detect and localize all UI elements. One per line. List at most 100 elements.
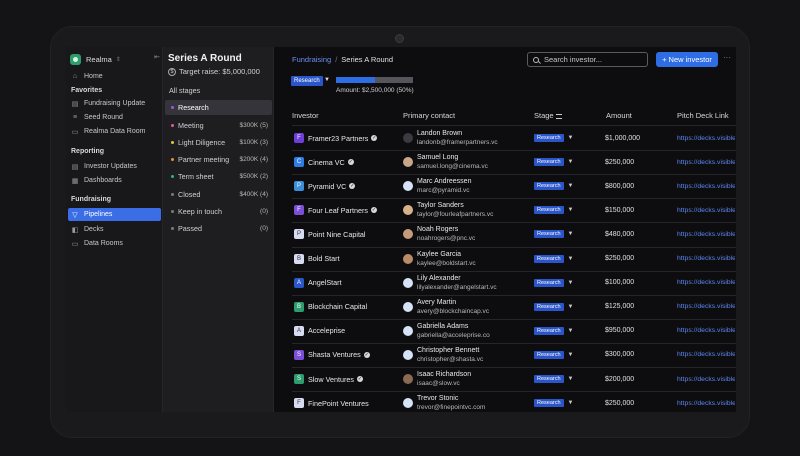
search-box[interactable]: [527, 52, 648, 67]
breadcrumb: Fundraising / Series A Round: [292, 55, 393, 64]
table-row[interactable]: P Point Nine Capital Noah Rogers noahrogers…: [275, 222, 736, 246]
sidebar-item-seed-round[interactable]: ≡ Seed Round: [68, 111, 161, 124]
sidebar-item-data-rooms[interactable]: ▭ Data Rooms: [68, 237, 161, 250]
pitch-deck-link[interactable]: https://decks.visible: [677, 255, 735, 262]
stage-cell[interactable]: Research ▼: [534, 343, 574, 367]
stage-item[interactable]: Research: [165, 100, 272, 115]
column-header-contact[interactable]: Primary contact: [403, 111, 455, 120]
stage-badge: Research: [534, 350, 564, 359]
pitch-deck-link[interactable]: https://decks.visible: [677, 279, 735, 286]
pitch-deck-link[interactable]: https://decks.visible: [677, 183, 735, 190]
pitch-deck-link[interactable]: https://decks.visible: [677, 135, 735, 142]
table-row[interactable]: C Cinema VC ✓ Samuel Long samuel.long@cinema…: [275, 150, 736, 174]
caret-down-icon[interactable]: ▼: [568, 400, 574, 406]
sidebar-item-fundraising-update[interactable]: ▤ Fundraising Update: [68, 97, 161, 110]
table-row[interactable]: B Blockchain Capital Avery Martin avery@blo…: [275, 295, 736, 319]
table-row[interactable]: S Shasta Ventures ✓ Christopher Bennett chri…: [275, 343, 736, 367]
more-options-icon[interactable]: ···: [723, 53, 731, 62]
pitch-deck-link[interactable]: https://decks.visible: [677, 159, 735, 166]
table-row[interactable]: B Bold Start Kaylee Garcia kaylee@boldstart…: [275, 247, 736, 271]
pitch-deck-link[interactable]: https://decks.visible: [677, 376, 735, 383]
pitch-deck-link[interactable]: https://decks.visible: [677, 351, 735, 358]
column-header-investor[interactable]: Investor: [292, 111, 319, 120]
caret-down-icon[interactable]: ▼: [568, 328, 574, 334]
stage-selector[interactable]: Research: [291, 76, 323, 86]
contact-email: trevor@finepointvc.com: [417, 404, 486, 412]
caret-down-icon[interactable]: ▼: [568, 135, 574, 141]
pitch-deck-link[interactable]: https://decks.visible: [677, 207, 735, 214]
caret-down-icon[interactable]: ▼: [568, 159, 574, 165]
stage-cell[interactable]: Research ▼: [534, 247, 574, 271]
column-header-stage[interactable]: Stage: [534, 111, 562, 120]
stage-item[interactable]: Closed $400K (4): [165, 187, 272, 202]
sidebar-item-home[interactable]: ⌂ Home: [68, 70, 161, 83]
contact-cell: Noah Rogers noahrogers@pnc.vc: [403, 222, 475, 246]
caret-down-icon[interactable]: ▼: [568, 183, 574, 189]
new-investor-button[interactable]: + New investor: [656, 52, 718, 67]
stage-item[interactable]: Partner meeting $200K (4): [165, 152, 272, 167]
table-row[interactable]: F Framer23 Partners ✓ Landon Brown landonb@f…: [275, 126, 736, 150]
stage-cell[interactable]: Research ▼: [534, 295, 574, 319]
sidebar-item-dashboards[interactable]: ▦ Dashboards: [68, 174, 161, 187]
avatar: [403, 325, 413, 336]
stage-cell[interactable]: Research ▼: [534, 198, 574, 222]
collapse-sidebar-icon[interactable]: ⇤: [154, 53, 160, 61]
pitch-deck-link[interactable]: https://decks.visible: [677, 303, 735, 310]
breadcrumb-root[interactable]: Fundraising: [292, 55, 331, 64]
filter-icon[interactable]: [555, 113, 562, 119]
investor-name[interactable]: AngelStart: [308, 278, 342, 287]
investor-name[interactable]: Bold Start: [308, 254, 340, 263]
stage-item[interactable]: Keep in touch (0): [165, 204, 272, 219]
table-row[interactable]: P Pyramid VC ✓ Marc Andreessen marc@pyramid.…: [275, 174, 736, 198]
stage-cell[interactable]: Research ▼: [534, 367, 574, 391]
caret-down-icon[interactable]: ▼: [568, 376, 574, 382]
investor-name[interactable]: Slow Ventures: [308, 375, 354, 384]
pitch-deck-link[interactable]: https://decks.visible: [677, 327, 735, 334]
column-header-amount[interactable]: Amount: [606, 111, 632, 120]
table-row[interactable]: A Acceleprise Gabriella Adams gabriella@acc…: [275, 319, 736, 343]
investor-name[interactable]: Four Leaf Partners: [308, 206, 368, 215]
caret-down-icon[interactable]: ▼: [568, 280, 574, 286]
caret-down-icon[interactable]: ▼: [324, 77, 330, 83]
caret-down-icon[interactable]: ▼: [568, 352, 574, 358]
investor-name[interactable]: Cinema VC: [308, 158, 345, 167]
stage-cell[interactable]: Research ▼: [534, 222, 574, 246]
column-header-pitch-deck[interactable]: Pitch Deck Link: [677, 111, 729, 120]
target-raise-text: Target raise: $5,000,000: [179, 67, 260, 76]
stage-cell[interactable]: Research ▼: [534, 126, 574, 150]
table-row[interactable]: S Slow Ventures ✓ Isaac Richardson isaac@slo…: [275, 367, 736, 391]
caret-down-icon[interactable]: ▼: [568, 207, 574, 213]
investor-name[interactable]: FinePoint Ventures: [308, 399, 369, 408]
caret-down-icon[interactable]: ▼: [568, 256, 574, 262]
stage-cell[interactable]: Research ▼: [534, 150, 574, 174]
stage-item[interactable]: Light Diligence $100K (3): [165, 135, 272, 150]
sidebar-item-data-room[interactable]: ▭ Realma Data Room: [68, 125, 161, 138]
investor-name[interactable]: Blockchain Capital: [308, 302, 367, 311]
caret-down-icon[interactable]: ▼: [568, 231, 574, 237]
sidebar-item-pipelines[interactable]: ▽ Pipelines: [68, 208, 161, 221]
sidebar-item-decks[interactable]: ◧ Decks: [68, 223, 161, 236]
table-row[interactable]: F FinePoint Ventures Trevor Stonic trevor@f…: [275, 391, 736, 412]
caret-down-icon[interactable]: ▼: [568, 304, 574, 310]
stage-cell[interactable]: Research ▼: [534, 271, 574, 295]
table-row[interactable]: A AngelStart Lily Alexander lilyalexander@a…: [275, 271, 736, 295]
table-row[interactable]: F Four Leaf Partners ✓ Taylor Sanders taylor…: [275, 198, 736, 222]
search-input[interactable]: [544, 55, 644, 64]
stage-item[interactable]: Passed (0): [165, 221, 272, 236]
investor-name[interactable]: Framer23 Partners: [308, 134, 368, 143]
deck-icon: ◧: [71, 226, 79, 234]
investor-name[interactable]: Acceleprise: [308, 326, 345, 335]
stage-cell[interactable]: Research ▼: [534, 319, 574, 343]
investor-name[interactable]: Shasta Ventures: [308, 350, 361, 359]
stage-cell[interactable]: Research ▼: [534, 391, 574, 412]
stage-item[interactable]: Meeting $300K (5): [165, 118, 272, 133]
workspace-switcher[interactable]: Realma ⇕ ⇤: [70, 52, 160, 66]
investor-name[interactable]: Pyramid VC: [308, 182, 346, 191]
stage-item[interactable]: All stages: [165, 83, 272, 98]
sidebar-item-investor-updates[interactable]: ▤ Investor Updates: [68, 160, 161, 173]
pitch-deck-link[interactable]: https://decks.visible: [677, 400, 735, 407]
pitch-deck-link[interactable]: https://decks.visible: [677, 231, 735, 238]
stage-item[interactable]: Term sheet $500K (2): [165, 169, 272, 184]
investor-name[interactable]: Point Nine Capital: [308, 230, 366, 239]
stage-cell[interactable]: Research ▼: [534, 174, 574, 198]
